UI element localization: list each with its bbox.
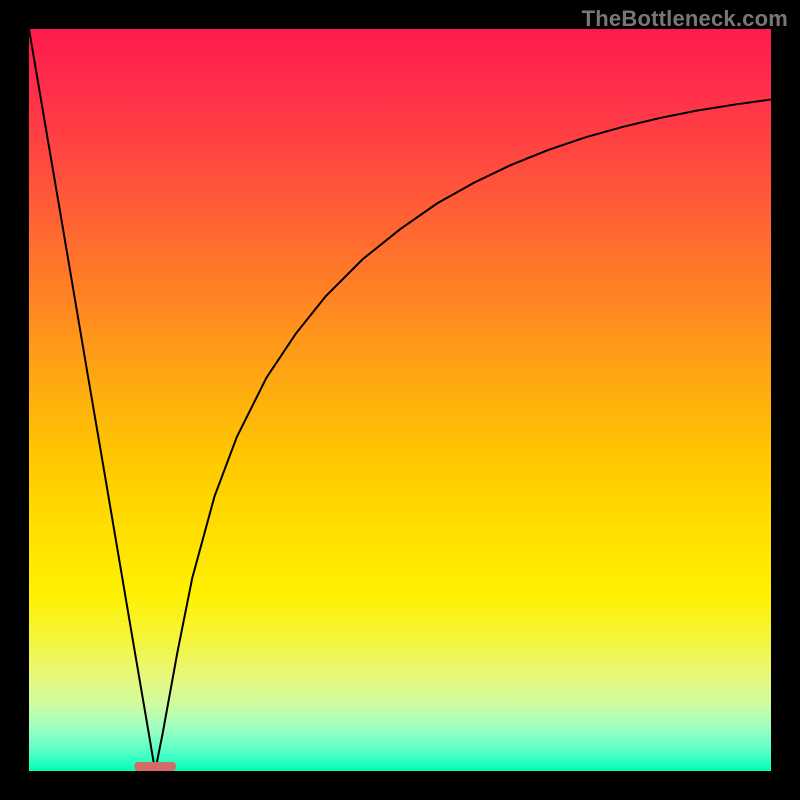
watermark-text: TheBottleneck.com [582, 6, 788, 32]
chart-gradient-background [29, 29, 771, 771]
